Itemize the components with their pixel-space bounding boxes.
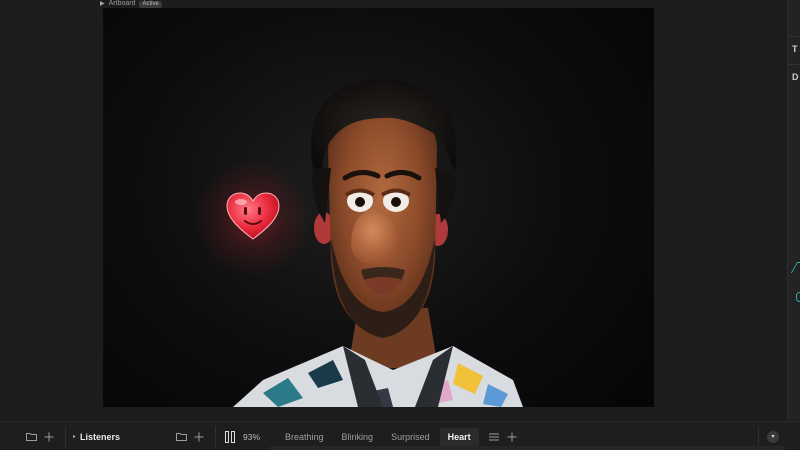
panel-divider	[788, 64, 800, 65]
left-toolbar-group	[24, 422, 56, 450]
inspector-tab-1[interactable]: T	[792, 44, 798, 54]
animation-tab-blinking[interactable]: Blinking	[334, 428, 382, 446]
timeline-track[interactable]	[270, 446, 785, 450]
heart-emoji-icon[interactable]	[225, 191, 281, 241]
active-badge: Active	[139, 0, 162, 8]
zoom-level[interactable]: 93%	[243, 432, 260, 442]
plus-icon[interactable]	[42, 430, 56, 444]
chevron-down-icon[interactable]: ▾	[767, 430, 779, 443]
inspector-panel: T D	[787, 0, 800, 420]
listeners-label: Listeners	[80, 431, 121, 442]
animation-tab-breathing[interactable]: Breathing	[277, 428, 332, 446]
toolbar-separator	[215, 426, 216, 448]
playback-controls: 93%	[225, 422, 260, 450]
animation-tab-surprised[interactable]: Surprised	[383, 428, 438, 446]
toolbar-separator	[758, 426, 759, 448]
artboard-name[interactable]: Artboard	[109, 0, 136, 8]
editor-app: ▶ Artboard Active T D ▸ Listeners 93% Br…	[0, 0, 800, 450]
panel-divider	[788, 36, 800, 37]
animation-tab-heart[interactable]: Heart	[439, 427, 479, 446]
plus-icon[interactable]	[192, 430, 206, 444]
toolbar-separator	[65, 426, 66, 448]
folder-icon[interactable]	[174, 430, 188, 444]
artboard-canvas[interactable]	[103, 8, 654, 407]
listeners-header[interactable]: ▸ Listeners	[73, 422, 120, 450]
folder-icon[interactable]	[24, 430, 38, 444]
character-illustration	[233, 79, 523, 407]
graph-handle[interactable]	[796, 292, 800, 302]
listeners-actions	[174, 422, 206, 450]
play-icon[interactable]: ▶	[100, 0, 105, 8]
caret-right-icon[interactable]: ▸	[73, 433, 76, 440]
graph-curve	[790, 262, 800, 273]
plus-icon[interactable]	[505, 430, 519, 444]
list-icon[interactable]	[487, 430, 501, 444]
artboard-header: ▶ Artboard Active	[100, 0, 162, 8]
pause-icon[interactable]	[225, 430, 235, 443]
inspector-tab-2[interactable]: D	[792, 72, 799, 82]
